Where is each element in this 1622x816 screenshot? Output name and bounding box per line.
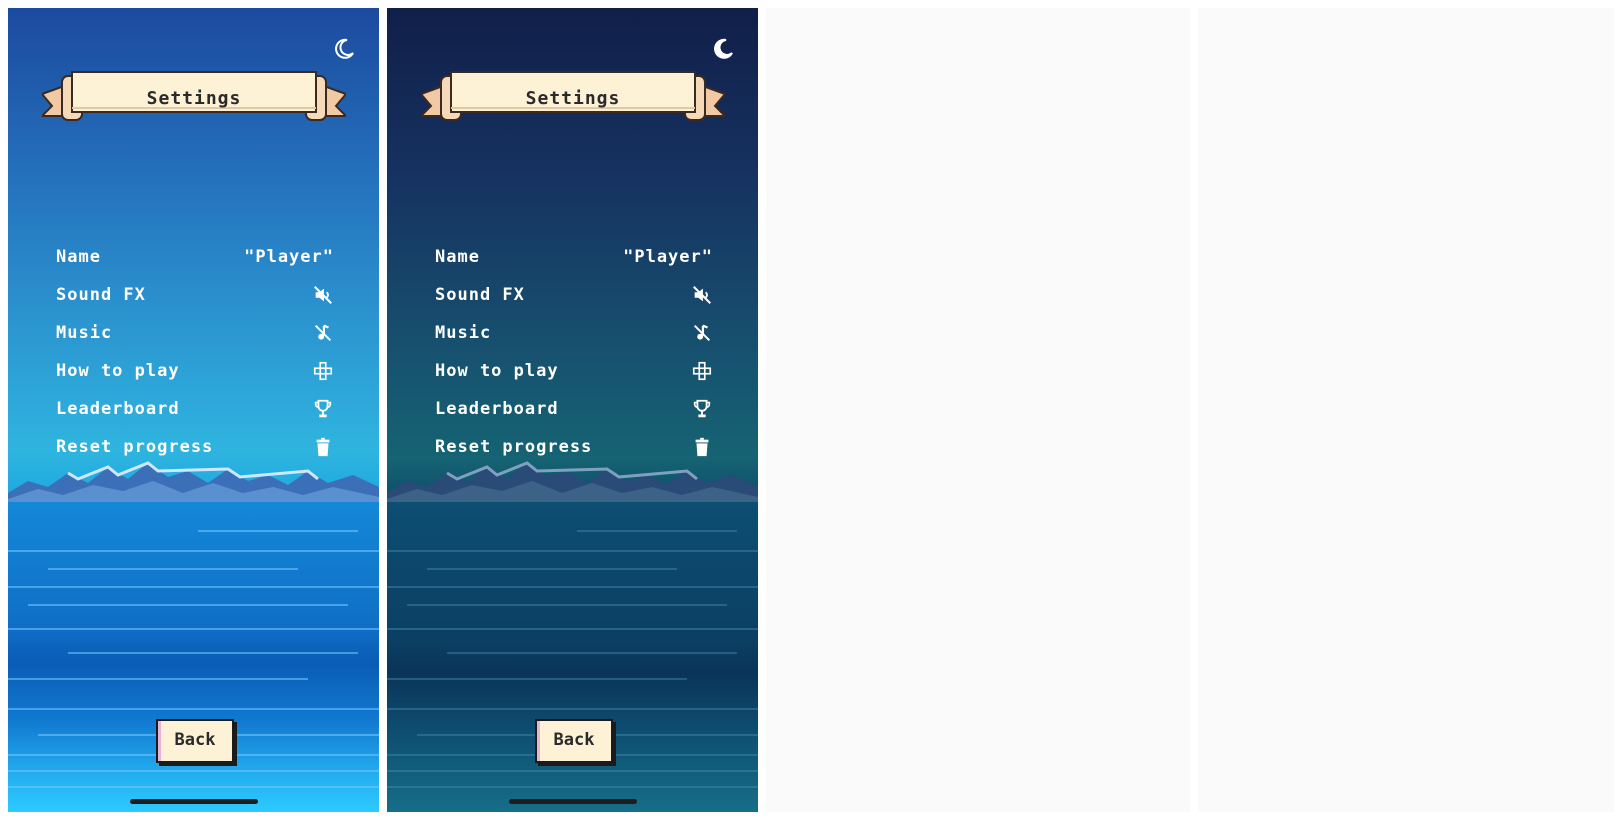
settings-menu: Name "Player" Sound FX Music How to play [435, 238, 713, 466]
setting-music[interactable]: Music [435, 314, 713, 352]
setting-sound-fx[interactable]: Sound FX [435, 276, 713, 314]
setting-label: How to play [56, 361, 180, 381]
gamepad-icon[interactable] [312, 360, 334, 382]
setting-leaderboard[interactable]: Leaderboard [435, 390, 713, 428]
sea-background [8, 502, 379, 812]
home-indicator[interactable] [130, 799, 258, 804]
trophy-icon[interactable] [312, 398, 334, 420]
music-off-icon[interactable] [691, 322, 713, 344]
setting-label: Name [435, 247, 480, 267]
setting-label: Sound FX [435, 285, 525, 305]
setting-sound-fx[interactable]: Sound FX [56, 276, 334, 314]
setting-name[interactable]: Name "Player" [435, 238, 713, 276]
setting-label: Name [56, 247, 101, 267]
settings-banner: Settings [39, 66, 349, 128]
back-button[interactable]: Back [156, 719, 234, 763]
setting-label: Music [56, 323, 113, 343]
home-indicator[interactable] [509, 799, 637, 804]
page-title: Settings [525, 88, 621, 109]
moon-filled-icon[interactable] [710, 36, 736, 62]
setting-label: Sound FX [56, 285, 146, 305]
empty-panel [1198, 8, 1614, 812]
sound-off-icon[interactable] [312, 284, 334, 306]
moon-outline-icon[interactable] [331, 36, 357, 62]
sea-background [387, 502, 758, 812]
setting-label: Music [435, 323, 492, 343]
empty-panel [766, 8, 1190, 812]
setting-how-to-play[interactable]: How to play [435, 352, 713, 390]
settings-screen-light: Settings Name "Player" Sound FX Music Ho… [8, 8, 379, 812]
setting-music[interactable]: Music [56, 314, 334, 352]
setting-name[interactable]: Name "Player" [56, 238, 334, 276]
gamepad-icon[interactable] [691, 360, 713, 382]
player-name-value[interactable]: "Player" [623, 247, 713, 267]
settings-menu: Name "Player" Sound FX Music How to play [56, 238, 334, 466]
music-off-icon[interactable] [312, 322, 334, 344]
setting-label: How to play [435, 361, 559, 381]
trophy-icon[interactable] [691, 398, 713, 420]
page-title: Settings [146, 88, 242, 109]
settings-screen-dark: Settings Name "Player" Sound FX Music Ho… [387, 8, 758, 812]
player-name-value[interactable]: "Player" [244, 247, 334, 267]
setting-how-to-play[interactable]: How to play [56, 352, 334, 390]
setting-label: Leaderboard [56, 399, 180, 419]
back-button[interactable]: Back [535, 719, 613, 763]
setting-leaderboard[interactable]: Leaderboard [56, 390, 334, 428]
sound-off-icon[interactable] [691, 284, 713, 306]
settings-banner: Settings [418, 66, 728, 128]
setting-label: Leaderboard [435, 399, 559, 419]
